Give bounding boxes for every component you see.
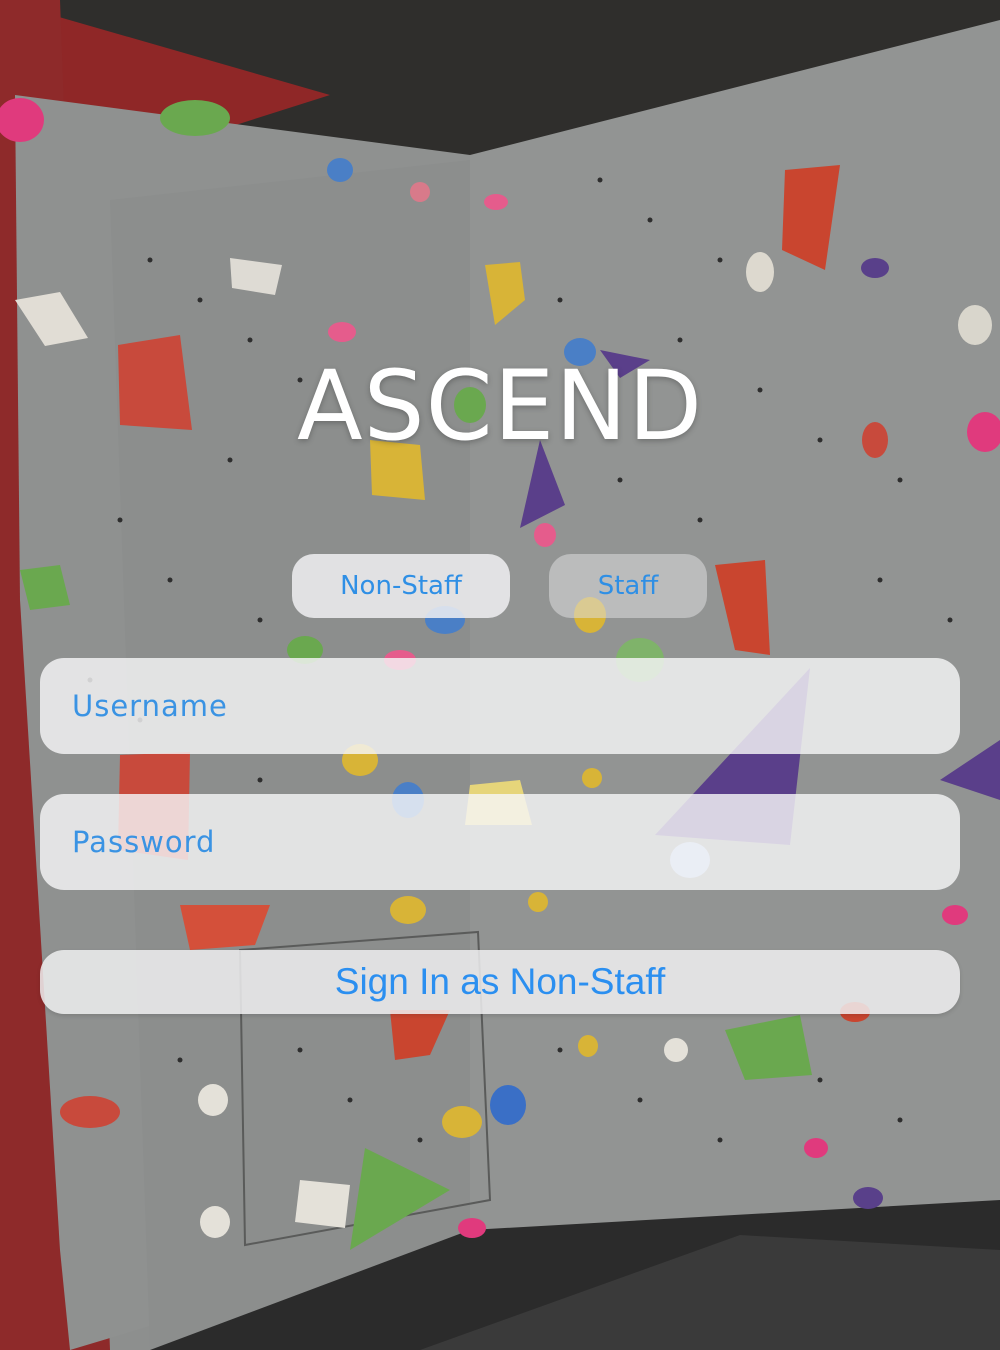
password-input[interactable] [70,824,960,860]
toggle-non-staff[interactable]: Non-Staff [292,554,510,618]
app-title: ASCEND [296,350,704,462]
username-field-container[interactable] [40,658,960,754]
username-input[interactable] [70,688,960,724]
password-field-container[interactable] [40,794,960,890]
sign-in-button[interactable]: Sign In as Non-Staff [40,950,960,1014]
toggle-staff[interactable]: Staff [549,554,707,618]
